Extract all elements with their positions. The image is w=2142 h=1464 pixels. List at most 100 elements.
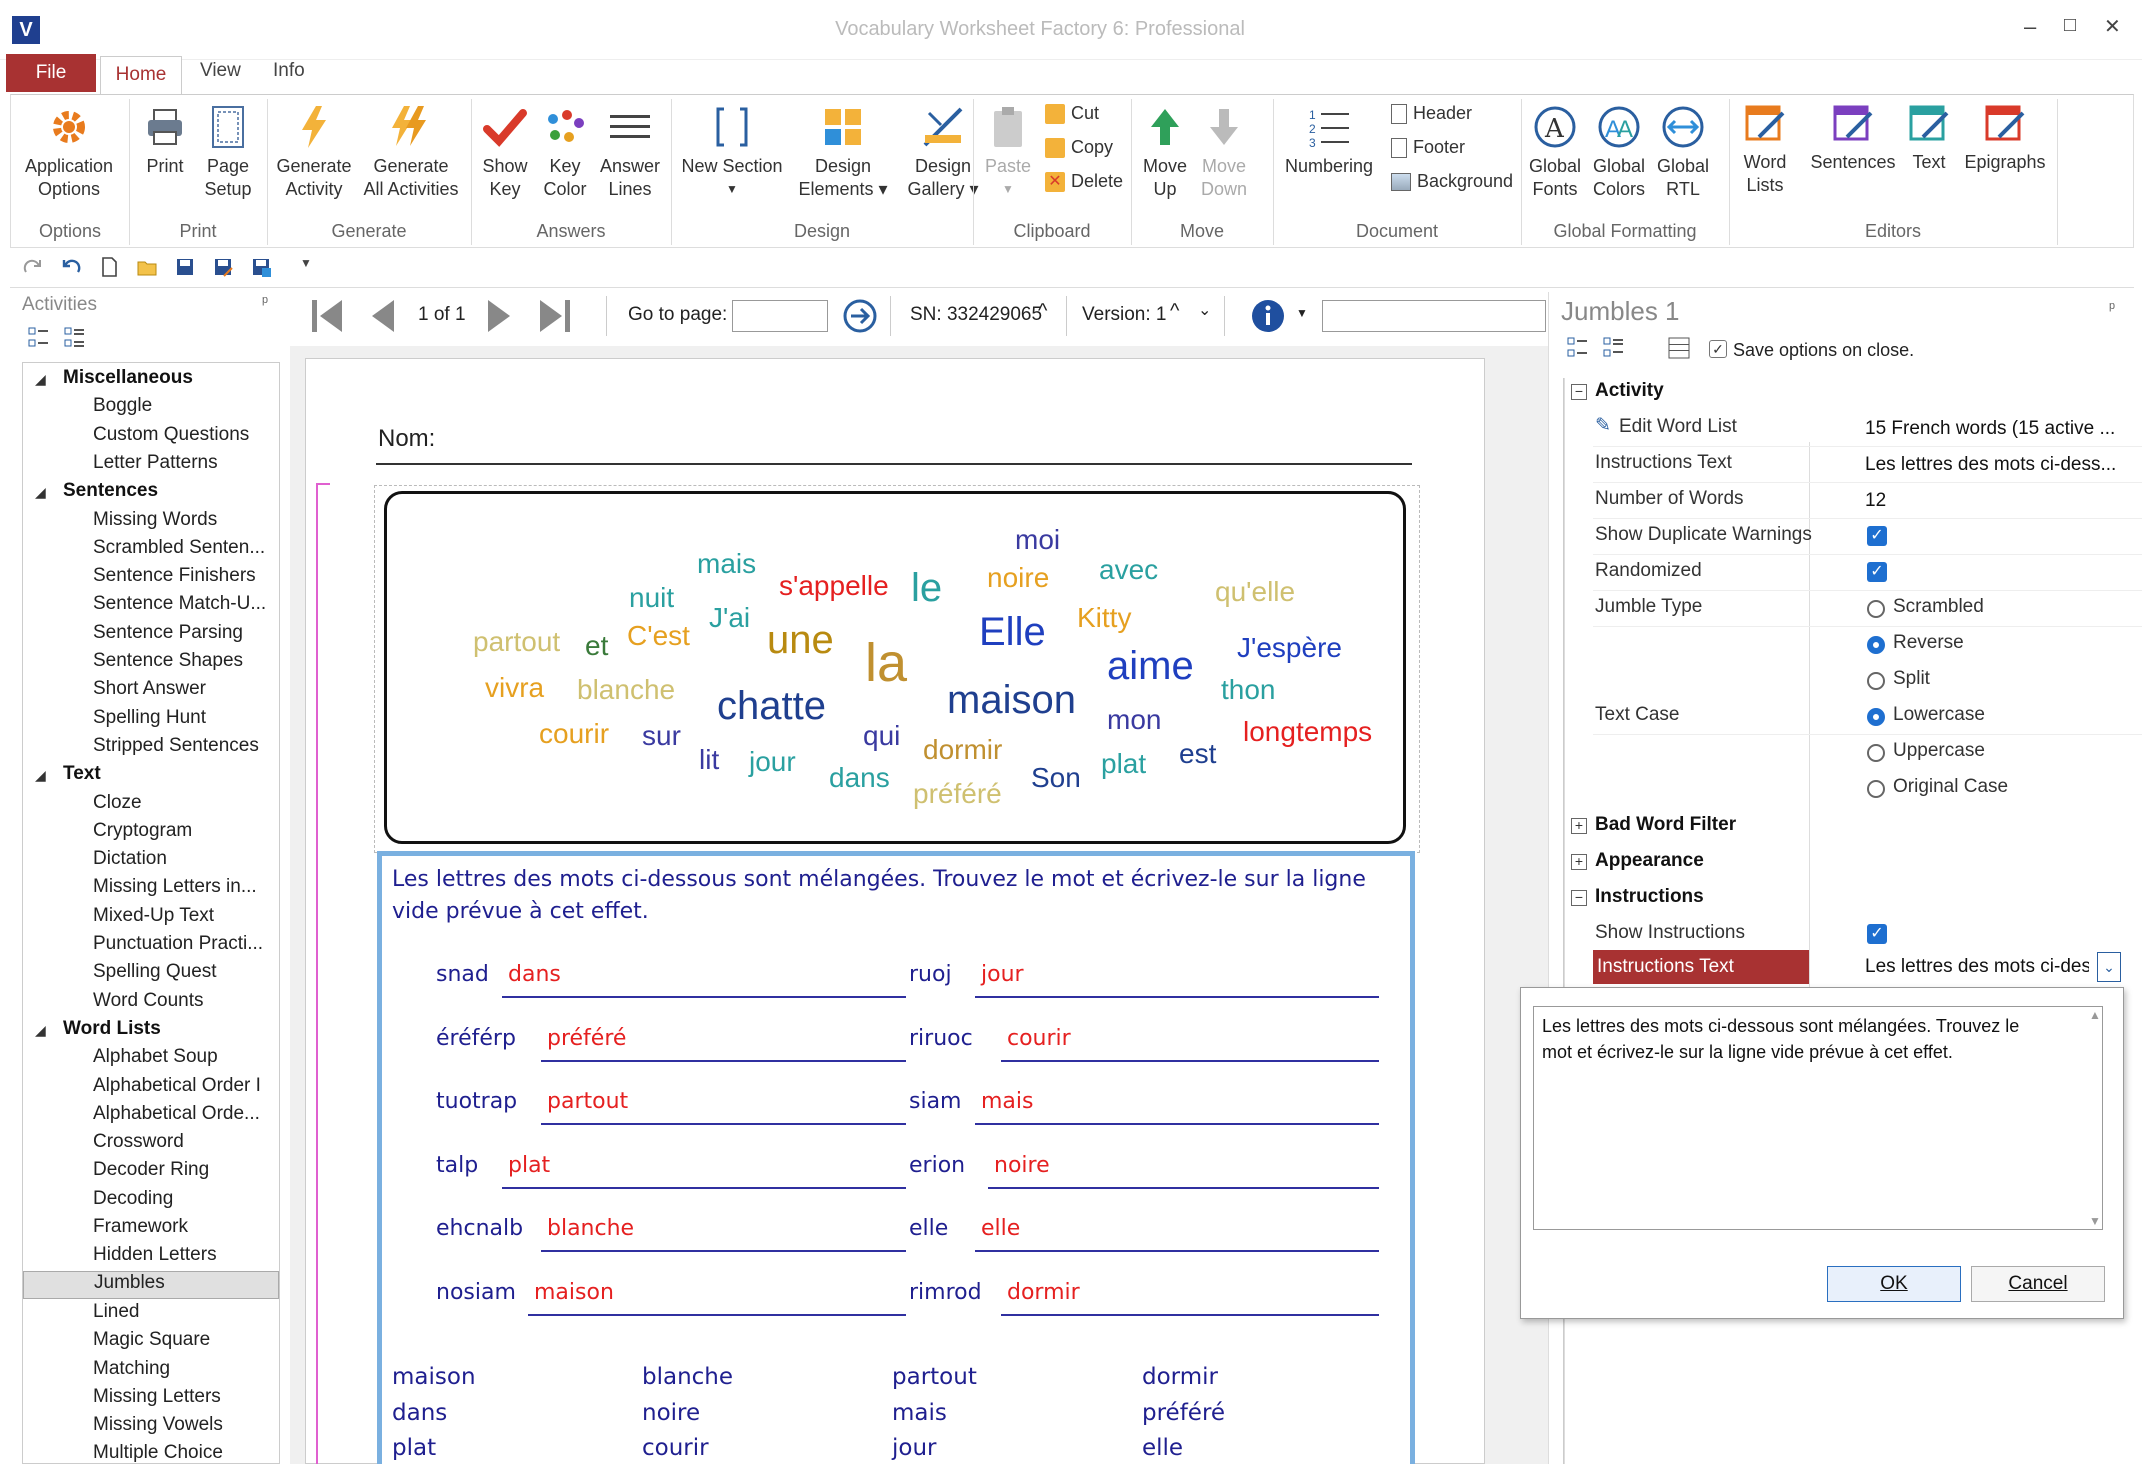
pin-icon[interactable]: ᵖ: [2109, 300, 2115, 318]
footer-button[interactable]: Footer: [1391, 137, 1465, 158]
tree-item[interactable]: Jumbles: [23, 1270, 279, 1299]
minimize-button[interactable]: –: [2024, 14, 2036, 40]
version-up-icon[interactable]: ^: [1170, 300, 1179, 323]
answer-lines-button[interactable]: Answer Lines: [597, 103, 663, 201]
cancel-button[interactable]: Cancel: [1971, 1266, 2105, 1302]
info-icon[interactable]: [1250, 298, 1286, 334]
last-page-icon[interactable]: [536, 296, 574, 336]
customize-dropdown[interactable]: ▼: [300, 256, 322, 278]
tree-item[interactable]: Crossword: [93, 1131, 184, 1153]
collapse-arrow-icon[interactable]: ◢: [35, 484, 46, 501]
tree-item[interactable]: Framework: [93, 1216, 188, 1238]
text-case-radio[interactable]: [1867, 708, 1885, 726]
tree-item[interactable]: Alphabet Soup: [93, 1046, 218, 1068]
tree-item[interactable]: Missing Letters: [93, 1386, 221, 1408]
tree-item[interactable]: Custom Questions: [93, 424, 249, 446]
first-page-icon[interactable]: [308, 296, 346, 336]
jumble-type-radio[interactable]: [1867, 636, 1885, 654]
tree-item[interactable]: Letter Patterns: [93, 452, 218, 474]
scroll-down-icon[interactable]: ▼: [2087, 1214, 2103, 1228]
generate-activity-button[interactable]: Generate Activity: [273, 103, 355, 201]
instructions-textarea[interactable]: Les lettres des mots ci-dessous sont mél…: [1533, 1006, 2103, 1230]
goto-page-input[interactable]: [732, 300, 828, 332]
property-value[interactable]: 12: [1865, 490, 2123, 512]
tree-item[interactable]: Spelling Hunt: [93, 707, 206, 729]
global-colors-button[interactable]: AA Global Colors: [1587, 103, 1651, 201]
close-button[interactable]: ✕: [2104, 14, 2121, 39]
tree-item[interactable]: Missing Vowels: [93, 1414, 223, 1436]
text-editor-button[interactable]: Text: [1901, 99, 1957, 174]
undo-icon[interactable]: [60, 256, 82, 278]
design-elements-button[interactable]: Design Elements ▾: [793, 103, 893, 201]
textarea-scrollbar[interactable]: ▲ ▼: [2087, 1008, 2103, 1228]
tree-item[interactable]: Magic Square: [93, 1329, 210, 1351]
jumble-type-radio[interactable]: [1867, 672, 1885, 690]
jumble-type-radio[interactable]: [1867, 600, 1885, 618]
tree-category[interactable]: Text: [63, 763, 101, 785]
background-button[interactable]: Background: [1391, 171, 1513, 192]
print-button[interactable]: Print: [137, 103, 193, 178]
header-button[interactable]: Header: [1391, 103, 1472, 124]
tree-item[interactable]: Dictation: [93, 848, 167, 870]
expand-all-icon[interactable]: [28, 326, 50, 350]
next-page-icon[interactable]: [484, 296, 514, 336]
show-instructions-checkbox[interactable]: ✓: [1867, 924, 1887, 944]
save-icon[interactable]: [174, 256, 196, 278]
tree-item[interactable]: Decoder Ring: [93, 1159, 209, 1181]
tab-view[interactable]: View: [200, 60, 241, 82]
instructions-collapse-icon[interactable]: −: [1571, 890, 1587, 906]
save-as-icon[interactable]: [212, 256, 234, 278]
move-down-button[interactable]: Move Down: [1195, 103, 1253, 201]
instructions-section[interactable]: Instructions: [1595, 886, 1704, 908]
paste-button[interactable]: Paste ▼: [977, 103, 1039, 201]
tab-info[interactable]: Info: [273, 60, 305, 82]
open-folder-icon[interactable]: [136, 256, 158, 278]
property-pages-icon[interactable]: [1667, 336, 1691, 360]
tree-item[interactable]: Missing Words: [93, 509, 217, 531]
tree-item[interactable]: Cryptogram: [93, 820, 192, 842]
tree-item[interactable]: Matching: [93, 1358, 170, 1380]
show-key-button[interactable]: Show Key: [477, 103, 533, 201]
property-value[interactable]: 15 French words (15 active ...: [1865, 418, 2123, 440]
word-lists-button[interactable]: Word Lists: [1735, 99, 1795, 197]
tree-item[interactable]: Scrambled Senten...: [93, 537, 265, 559]
move-up-button[interactable]: Move Up: [1137, 103, 1193, 201]
info-dropdown[interactable]: ▼: [1296, 306, 1308, 320]
pin-icon[interactable]: ᵖ: [262, 294, 268, 312]
collapse-arrow-icon[interactable]: ◢: [35, 1022, 46, 1039]
sn-up-icon[interactable]: ^: [1038, 300, 1047, 323]
numbering-button[interactable]: 123 Numbering: [1279, 103, 1379, 178]
tree-item[interactable]: Word Counts: [93, 990, 204, 1012]
tree-category[interactable]: Miscellaneous: [63, 367, 193, 389]
instructions-dropdown-button[interactable]: ⌄: [2097, 952, 2121, 982]
tab-file[interactable]: File: [6, 54, 96, 92]
search-input[interactable]: [1322, 300, 1546, 332]
alphabetical-icon[interactable]: [1603, 336, 1625, 360]
tree-item[interactable]: Stripped Sentences: [93, 735, 259, 757]
bad-word-filter-section[interactable]: Bad Word Filter: [1595, 814, 1736, 836]
text-case-radio[interactable]: [1867, 744, 1885, 762]
tree-item[interactable]: Mixed-Up Text: [93, 905, 214, 927]
tree-item[interactable]: Missing Letters in...: [93, 876, 257, 898]
text-case-radio[interactable]: [1867, 780, 1885, 798]
collapse-arrow-icon[interactable]: ◢: [35, 371, 46, 388]
tree-item[interactable]: Sentence Match-U...: [93, 593, 266, 615]
generate-all-button[interactable]: Generate All Activities: [359, 103, 463, 201]
collapse-arrow-icon[interactable]: ◢: [35, 767, 46, 784]
activity-collapse-icon[interactable]: −: [1571, 384, 1587, 400]
tree-item[interactable]: Short Answer: [93, 678, 206, 700]
redo-icon[interactable]: [22, 256, 44, 278]
sentences-button[interactable]: Sentences: [1805, 99, 1901, 174]
bad-word-expand-icon[interactable]: +: [1571, 818, 1587, 834]
new-section-button[interactable]: New Section ▼: [677, 103, 787, 201]
categorized-icon[interactable]: [1567, 336, 1589, 360]
version-down-icon[interactable]: ⌄: [1198, 300, 1211, 320]
tree-category[interactable]: Sentences: [63, 480, 158, 502]
tree-category[interactable]: Word Lists: [63, 1018, 161, 1040]
maximize-button[interactable]: □: [2064, 14, 2076, 37]
copy-button[interactable]: Copy: [1045, 137, 1113, 158]
tree-item[interactable]: Punctuation Practi...: [93, 933, 263, 955]
tree-item[interactable]: Multiple Choice: [93, 1442, 223, 1463]
application-options-button[interactable]: Application Options: [19, 103, 119, 201]
tree-item[interactable]: Decoding: [93, 1188, 173, 1210]
